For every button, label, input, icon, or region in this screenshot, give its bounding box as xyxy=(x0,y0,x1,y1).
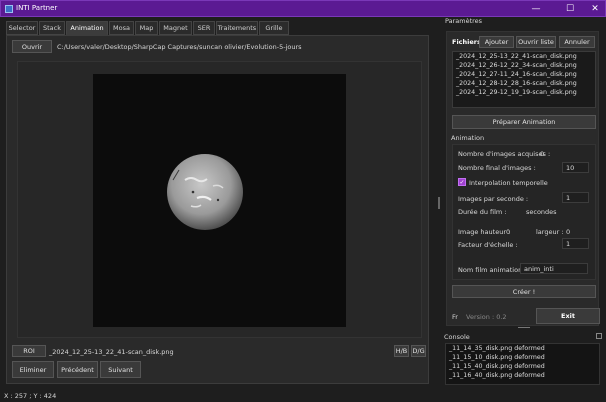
console-line: _11_15_40_disk.png deformed xyxy=(449,363,545,370)
final-count-label: Nombre final d'images : xyxy=(458,164,536,172)
folder-path: C:/Users/valer/Desktop/SharpCap Captures… xyxy=(57,43,302,51)
create-animation-button[interactable]: Créer ! xyxy=(452,285,596,298)
previous-button[interactable]: Précédent xyxy=(57,361,98,378)
scale-label: Facteur d'échelle : xyxy=(458,241,518,249)
list-item[interactable]: _2024_12_25-13_22_41-scan_disk.png xyxy=(453,52,595,61)
list-item[interactable]: _2024_12_26-12_22_34-scan_disk.png xyxy=(453,61,595,70)
coordinates-status: X : 257 ; Y : 424 xyxy=(4,392,57,400)
width-value: 0 xyxy=(566,228,571,236)
roi-button[interactable]: ROI xyxy=(12,345,46,357)
tab-ser[interactable]: SER xyxy=(193,21,215,35)
tab-stack[interactable]: Stack xyxy=(39,21,65,35)
next-button[interactable]: Suivant xyxy=(100,361,141,378)
film-name-label: Nom film animation : xyxy=(458,266,527,274)
cancel-list-button[interactable]: Annuler xyxy=(559,36,595,48)
film-name-input[interactable]: anim_inti xyxy=(520,263,588,274)
tab-mosa[interactable]: Mosa xyxy=(109,21,134,35)
list-item[interactable]: _2024_12_29-12_19_19-scan_disk.png xyxy=(453,88,595,97)
close-button[interactable]: ✕ xyxy=(583,2,606,16)
delete-button[interactable]: Eliminer xyxy=(12,361,54,378)
open-button[interactable]: Ouvrir xyxy=(12,40,52,53)
duration-label: Durée du film : xyxy=(458,208,507,216)
tab-grille[interactable]: Grille xyxy=(259,21,289,35)
console-dock-icon[interactable] xyxy=(596,333,602,339)
tab-map[interactable]: Map xyxy=(135,21,158,35)
console-line: _11_14_35_disk.png deformed xyxy=(449,345,545,352)
sun-disk-image xyxy=(167,154,243,230)
minimize-button[interactable]: — xyxy=(524,2,548,16)
final-count-input[interactable]: 10 xyxy=(562,162,589,173)
scale-input[interactable]: 1 xyxy=(562,238,589,249)
animation-title: Animation xyxy=(451,134,485,142)
language-label[interactable]: Fr xyxy=(452,313,458,321)
console-title: Console xyxy=(444,333,470,341)
maximize-button[interactable]: ☐ xyxy=(558,2,582,16)
open-list-button[interactable]: Ouvrir liste xyxy=(516,36,556,48)
files-list[interactable]: _2024_12_25-13_22_41-scan_disk.png _2024… xyxy=(452,51,596,108)
window-title: INTI Partner xyxy=(16,4,58,12)
sun-image-frame xyxy=(93,74,346,327)
app-logo-icon xyxy=(5,5,13,13)
console-splitter[interactable] xyxy=(518,327,530,328)
duration-unit: secondes xyxy=(526,208,557,216)
tab-selector[interactable]: Selector xyxy=(6,21,38,35)
title-bar: INTI Partner — ☐ ✕ xyxy=(0,0,606,17)
prepare-animation-button[interactable]: Préparer Animation xyxy=(452,115,596,129)
flip-dg-button[interactable]: D/G xyxy=(411,345,426,357)
exit-button[interactable]: Exit xyxy=(536,308,600,324)
splitter-handle[interactable] xyxy=(438,197,440,209)
acquired-label: Nombre d'images acquises : xyxy=(458,150,551,158)
flip-hb-button[interactable]: H/B xyxy=(394,345,409,357)
console-line: _11_15_10_disk.png deformed xyxy=(449,354,545,361)
list-item[interactable]: _2024_12_27-11_24_16-scan_disk.png xyxy=(453,70,595,79)
console-output[interactable]: _11_14_35_disk.png deformed _11_15_10_di… xyxy=(445,343,600,385)
height-label: Image hauteur : xyxy=(458,228,511,236)
tab-traitements[interactable]: Traitements xyxy=(216,21,258,35)
width-label: largeur : xyxy=(536,228,564,236)
params-title: Paramètres xyxy=(445,17,483,25)
version-label: Version : 0.2 xyxy=(466,313,507,321)
fps-input[interactable]: 1 xyxy=(562,192,589,203)
tab-magnet[interactable]: Magnet xyxy=(159,21,192,35)
height-value: 0 xyxy=(506,228,511,236)
add-files-button[interactable]: Ajouter xyxy=(479,36,514,48)
fps-label: Images par seconde : xyxy=(458,195,529,203)
files-label: Fichiers xyxy=(452,38,481,46)
interpolation-checkbox[interactable]: ✓ xyxy=(458,178,466,186)
image-viewer[interactable] xyxy=(17,61,422,338)
list-item[interactable]: _2024_12_28-12_28_16-scan_disk.png xyxy=(453,79,595,88)
acquired-value: 0 xyxy=(540,150,545,158)
current-file-name: _2024_12_25-13_22_41-scan_disk.png xyxy=(49,348,174,356)
interpolation-label: Interpolation temporelle xyxy=(469,179,548,187)
tab-animation[interactable]: Animation xyxy=(66,21,108,35)
console-line: _11_16_40_disk.png deformed xyxy=(449,372,545,379)
